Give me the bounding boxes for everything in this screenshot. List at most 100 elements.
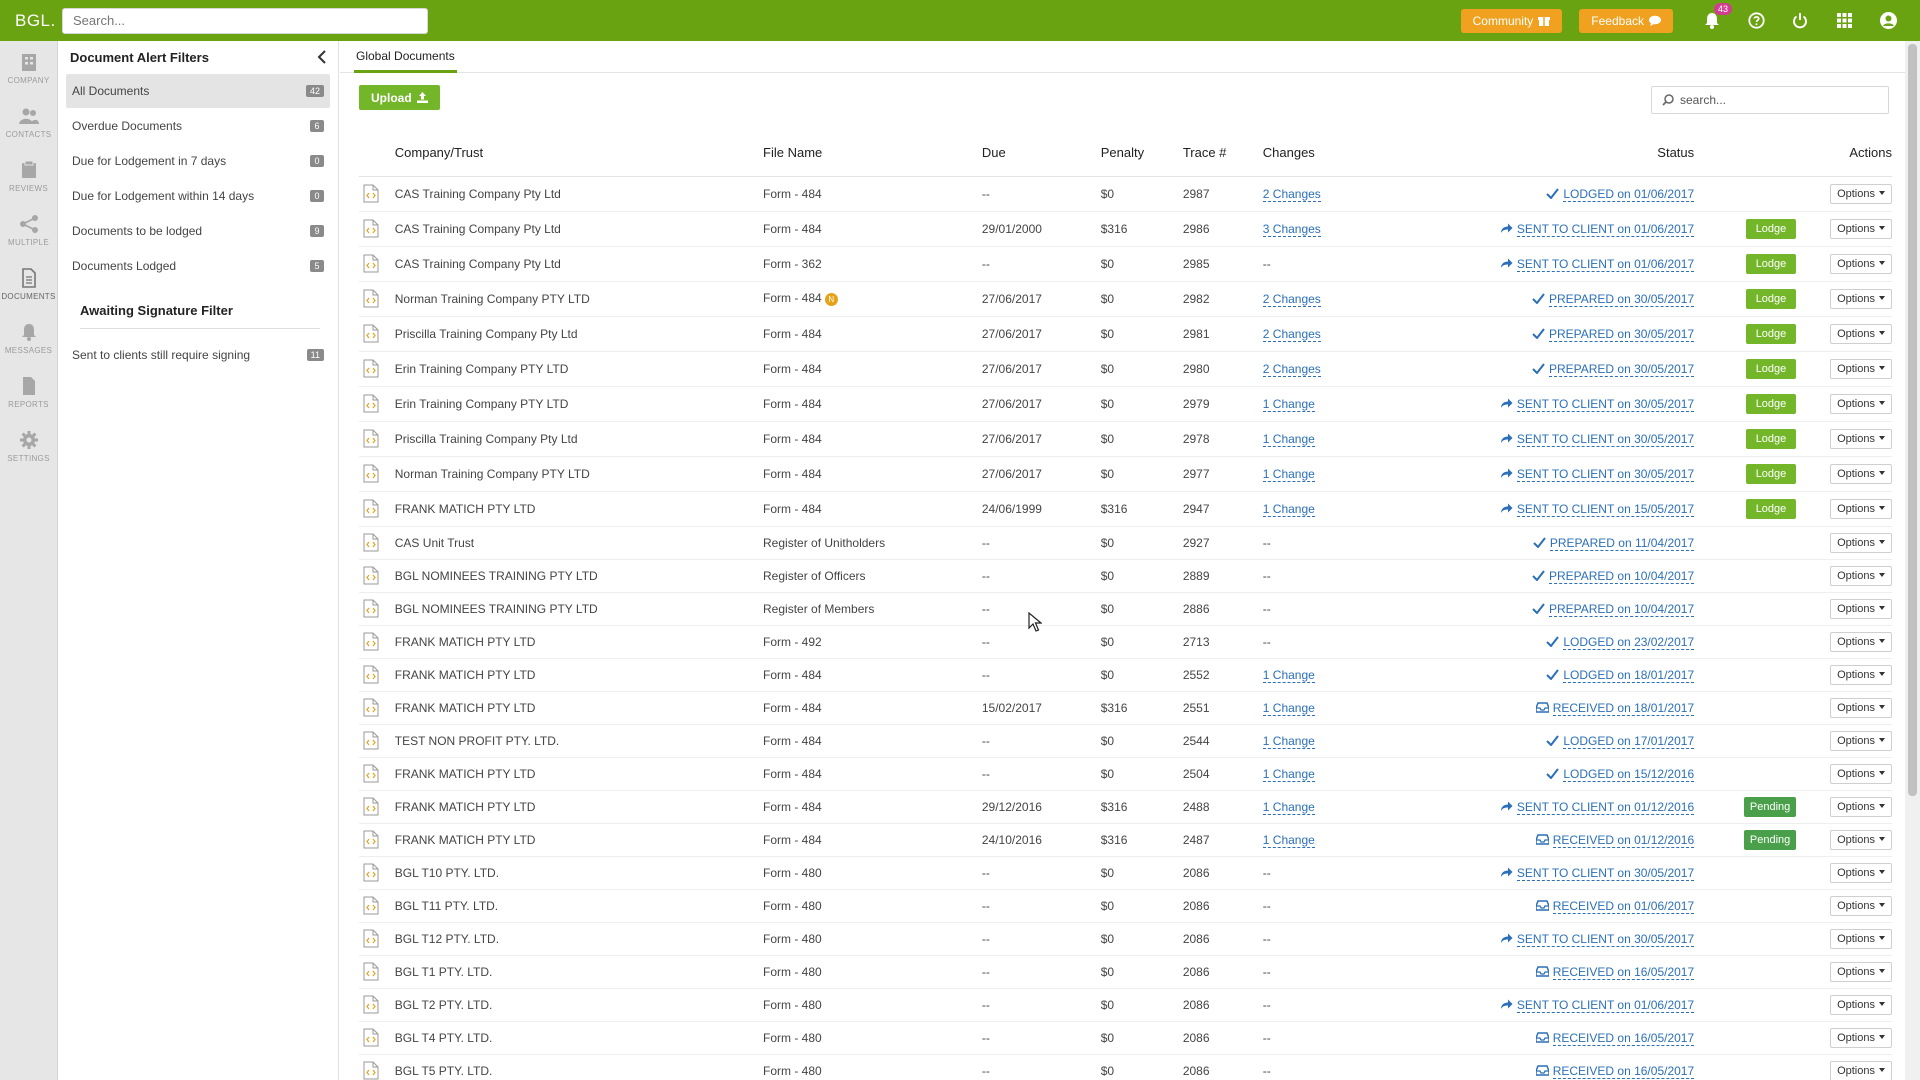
file-code-icon[interactable] bbox=[363, 599, 379, 618]
company-cell[interactable]: BGL T1 PTY. LTD. bbox=[394, 955, 764, 989]
company-cell[interactable]: CAS Unit Trust bbox=[394, 526, 764, 560]
file-name[interactable]: Form - 484 bbox=[763, 327, 822, 341]
document-search-input[interactable]: search... bbox=[1651, 86, 1889, 114]
scrollbar-thumb[interactable] bbox=[1908, 44, 1917, 796]
status-link[interactable]: SENT TO CLIENT on 30/05/2017 bbox=[1516, 431, 1695, 447]
file-code-icon[interactable] bbox=[363, 1028, 379, 1047]
company-cell[interactable]: CAS Training Company Pty Ltd bbox=[394, 176, 764, 212]
table-row[interactable]: TEST NON PROFIT PTY. LTD. Form - 484 -- $0 2… bbox=[359, 724, 1892, 758]
status-link[interactable]: SENT TO CLIENT on 01/06/2017 bbox=[1516, 256, 1695, 272]
file-code-icon[interactable] bbox=[363, 896, 379, 915]
file-code-icon[interactable] bbox=[363, 464, 379, 483]
lodge-button[interactable]: Lodge bbox=[1745, 463, 1797, 484]
options-dropdown[interactable]: Options bbox=[1830, 697, 1892, 718]
file-name[interactable]: Form - 484 bbox=[763, 734, 822, 748]
file-name[interactable]: Form - 480 bbox=[763, 866, 822, 880]
status-link[interactable]: SENT TO CLIENT on 15/05/2017 bbox=[1516, 501, 1695, 517]
changes-link[interactable]: 1 Change bbox=[1262, 733, 1315, 749]
changes-link[interactable]: 1 Change bbox=[1262, 832, 1315, 848]
options-dropdown[interactable]: Options bbox=[1830, 323, 1892, 344]
logout-button[interactable] bbox=[1790, 11, 1810, 31]
options-dropdown[interactable]: Options bbox=[1830, 928, 1892, 949]
options-dropdown[interactable]: Options bbox=[1830, 994, 1892, 1015]
file-code-icon[interactable] bbox=[363, 184, 379, 203]
column-header-trace[interactable]: Trace # bbox=[1182, 130, 1263, 177]
company-cell[interactable]: BGL T11 PTY. LTD. bbox=[394, 889, 764, 923]
rail-item-settings[interactable]: SETTINGS bbox=[0, 419, 57, 473]
status-link[interactable]: PREPARED on 30/05/2017 bbox=[1548, 326, 1695, 342]
file-name[interactable]: Form - 484 bbox=[763, 668, 822, 682]
company-cell[interactable]: BGL T4 PTY. LTD. bbox=[394, 1021, 764, 1055]
table-row[interactable]: Priscilla Training Company Pty Ltd Form -… bbox=[359, 316, 1892, 352]
status-link[interactable]: PREPARED on 30/05/2017 bbox=[1548, 361, 1695, 377]
filter-to-be-lodged[interactable]: Documents to be lodged 9 bbox=[66, 213, 330, 248]
file-name[interactable]: Form - 362 bbox=[763, 257, 822, 271]
options-dropdown[interactable]: Options bbox=[1830, 463, 1892, 484]
status-link[interactable]: RECEIVED on 18/01/2017 bbox=[1552, 700, 1695, 716]
file-name[interactable]: Form - 484 bbox=[763, 222, 822, 236]
file-code-icon[interactable] bbox=[363, 962, 379, 981]
file-code-icon[interactable] bbox=[363, 499, 379, 518]
pending-button[interactable]: Pending bbox=[1743, 829, 1797, 850]
company-cell[interactable]: Erin Training Company PTY LTD bbox=[394, 351, 764, 387]
options-dropdown[interactable]: Options bbox=[1830, 829, 1892, 850]
file-name[interactable]: Form - 484 bbox=[763, 467, 822, 481]
changes-link[interactable]: 1 Change bbox=[1262, 501, 1315, 517]
changes-link[interactable]: 2 Changes bbox=[1262, 186, 1321, 202]
filter-overdue-documents[interactable]: Overdue Documents 6 bbox=[66, 108, 330, 143]
status-link[interactable]: RECEIVED on 01/12/2016 bbox=[1552, 832, 1695, 848]
file-name[interactable]: Form - 480 bbox=[763, 998, 822, 1012]
file-name[interactable]: Register of Unitholders bbox=[763, 536, 885, 550]
table-row[interactable]: CAS Unit Trust Register of Unitholders -- $… bbox=[359, 526, 1892, 560]
file-code-icon[interactable] bbox=[363, 764, 379, 783]
help-button[interactable] bbox=[1746, 11, 1766, 31]
file-name[interactable]: Form - 484 bbox=[763, 800, 822, 814]
status-link[interactable]: LODGED on 01/06/2017 bbox=[1563, 186, 1695, 202]
file-code-icon[interactable] bbox=[363, 698, 379, 717]
company-cell[interactable]: BGL T10 PTY. LTD. bbox=[394, 856, 764, 890]
company-cell[interactable]: BGL NOMINEES TRAINING PTY LTD bbox=[394, 559, 764, 593]
notifications-button[interactable]: 43 bbox=[1702, 2, 1732, 31]
options-dropdown[interactable]: Options bbox=[1830, 730, 1892, 751]
changes-link[interactable]: 2 Changes bbox=[1262, 291, 1321, 307]
rail-item-reviews[interactable]: REVIEWS bbox=[0, 149, 57, 203]
status-link[interactable]: SENT TO CLIENT on 30/05/2017 bbox=[1516, 865, 1695, 881]
status-link[interactable]: RECEIVED on 01/06/2017 bbox=[1552, 898, 1695, 914]
table-row[interactable]: CAS Training Company Pty Ltd Form - 362 --… bbox=[359, 246, 1892, 282]
rail-item-multiple[interactable]: MULTIPLE bbox=[0, 203, 57, 257]
table-row[interactable]: BGL T4 PTY. LTD. Form - 480 -- $0 2086 -- RECE… bbox=[359, 1021, 1892, 1055]
tab-global-documents[interactable]: Global Documents bbox=[354, 41, 457, 73]
apps-button[interactable] bbox=[1834, 11, 1854, 31]
file-code-icon[interactable] bbox=[363, 731, 379, 750]
file-code-icon[interactable] bbox=[363, 429, 379, 448]
lodge-button[interactable]: Lodge bbox=[1745, 428, 1797, 449]
file-name[interactable]: Form - 484 bbox=[763, 833, 822, 847]
changes-link[interactable]: 1 Change bbox=[1262, 396, 1315, 412]
column-header-company[interactable]: Company/Trust bbox=[394, 130, 764, 177]
options-dropdown[interactable]: Options bbox=[1830, 763, 1892, 784]
table-row[interactable]: BGL NOMINEES TRAINING PTY LTD Register of… bbox=[359, 592, 1892, 626]
file-name[interactable]: Form - 484 bbox=[763, 432, 822, 446]
file-code-icon[interactable] bbox=[363, 566, 379, 585]
changes-link[interactable]: 2 Changes bbox=[1262, 326, 1321, 342]
table-row[interactable]: CAS Training Company Pty Ltd Form - 484 --… bbox=[359, 176, 1892, 212]
file-name[interactable]: Form - 484 bbox=[763, 362, 822, 376]
lodge-button[interactable]: Lodge bbox=[1745, 218, 1797, 239]
company-cell[interactable]: BGL NOMINEES TRAINING PTY LTD bbox=[394, 592, 764, 626]
table-row[interactable]: FRANK MATICH PTY LTD Form - 484 -- $0 2504 1 … bbox=[359, 757, 1892, 791]
file-name[interactable]: Form - 480 bbox=[763, 1064, 822, 1078]
file-name[interactable]: Form - 492 bbox=[763, 635, 822, 649]
table-row[interactable]: BGL T1 PTY. LTD. Form - 480 -- $0 2086 -- RECE… bbox=[359, 955, 1892, 989]
status-link[interactable]: LODGED on 23/02/2017 bbox=[1563, 634, 1695, 650]
options-dropdown[interactable]: Options bbox=[1830, 393, 1892, 414]
status-link[interactable]: SENT TO CLIENT on 30/05/2017 bbox=[1516, 396, 1695, 412]
file-code-icon[interactable] bbox=[363, 797, 379, 816]
options-dropdown[interactable]: Options bbox=[1830, 358, 1892, 379]
file-code-icon[interactable] bbox=[363, 324, 379, 343]
file-code-icon[interactable] bbox=[363, 533, 379, 552]
table-row[interactable]: BGL T11 PTY. LTD. Form - 480 -- $0 2086 -- REC… bbox=[359, 889, 1892, 923]
options-dropdown[interactable]: Options bbox=[1830, 253, 1892, 274]
table-row[interactable]: FRANK MATICH PTY LTD Form - 484 -- $0 2552 1 … bbox=[359, 658, 1892, 692]
changes-link[interactable]: 2 Changes bbox=[1262, 361, 1321, 377]
page-scrollbar[interactable] bbox=[1905, 41, 1920, 1080]
